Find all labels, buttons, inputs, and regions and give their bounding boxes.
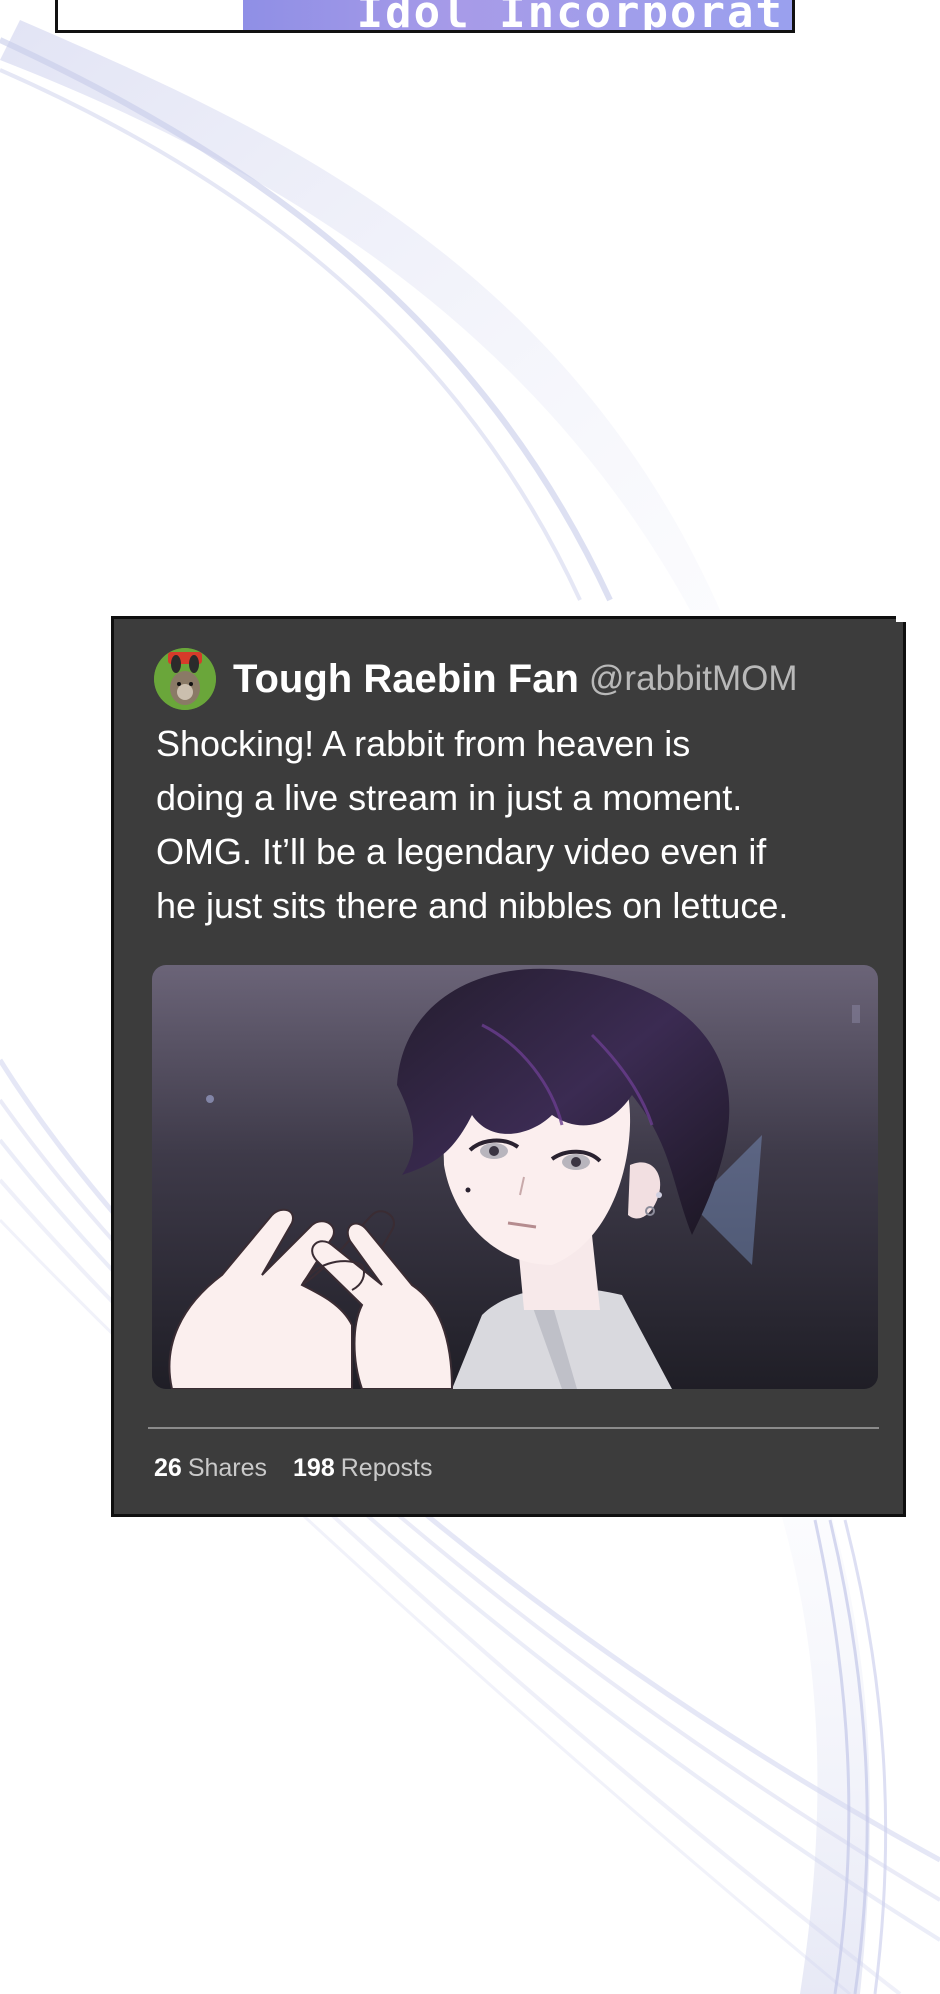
user-handle[interactable]: @rabbitMOM <box>589 659 798 699</box>
shares-count: 26 <box>154 1454 182 1482</box>
post-text-line: OMG. It’ll be a legendary video even if <box>156 831 767 872</box>
reposts-count: 198 <box>293 1454 335 1482</box>
dark-haired-man-heart-hands-icon <box>152 965 878 1389</box>
top-banner: Idol Incorporat <box>55 0 795 33</box>
post-text-line: Shocking! A rabbit from heaven is <box>156 723 691 764</box>
reposts-stat[interactable]: 198 Reposts <box>293 1454 432 1483</box>
card-corner <box>896 616 906 622</box>
reposts-label: Reposts <box>340 1454 433 1482</box>
post-text: Shocking! A rabbit from heaven is doing … <box>156 717 876 933</box>
post-image[interactable] <box>152 965 878 1389</box>
rabbit-avatar-icon <box>154 648 216 710</box>
user-name[interactable]: Tough Raebin Fan <box>233 657 579 702</box>
post-stats: 26 Shares 198 Reposts <box>154 1454 432 1483</box>
shares-stat[interactable]: 26 Shares <box>154 1454 267 1483</box>
social-post-card: Tough Raebin Fan @rabbitMOM Shocking! A … <box>111 616 906 1517</box>
divider <box>148 1427 879 1429</box>
avatar[interactable] <box>154 648 216 710</box>
post-text-line: he just sits there and nibbles on lettuc… <box>156 885 789 926</box>
post-header: Tough Raebin Fan @rabbitMOM <box>154 647 798 711</box>
shares-label: Shares <box>187 1454 268 1482</box>
banner-title: Idol Incorporat <box>356 0 784 33</box>
post-text-line: doing a live stream in just a moment. <box>156 777 743 818</box>
